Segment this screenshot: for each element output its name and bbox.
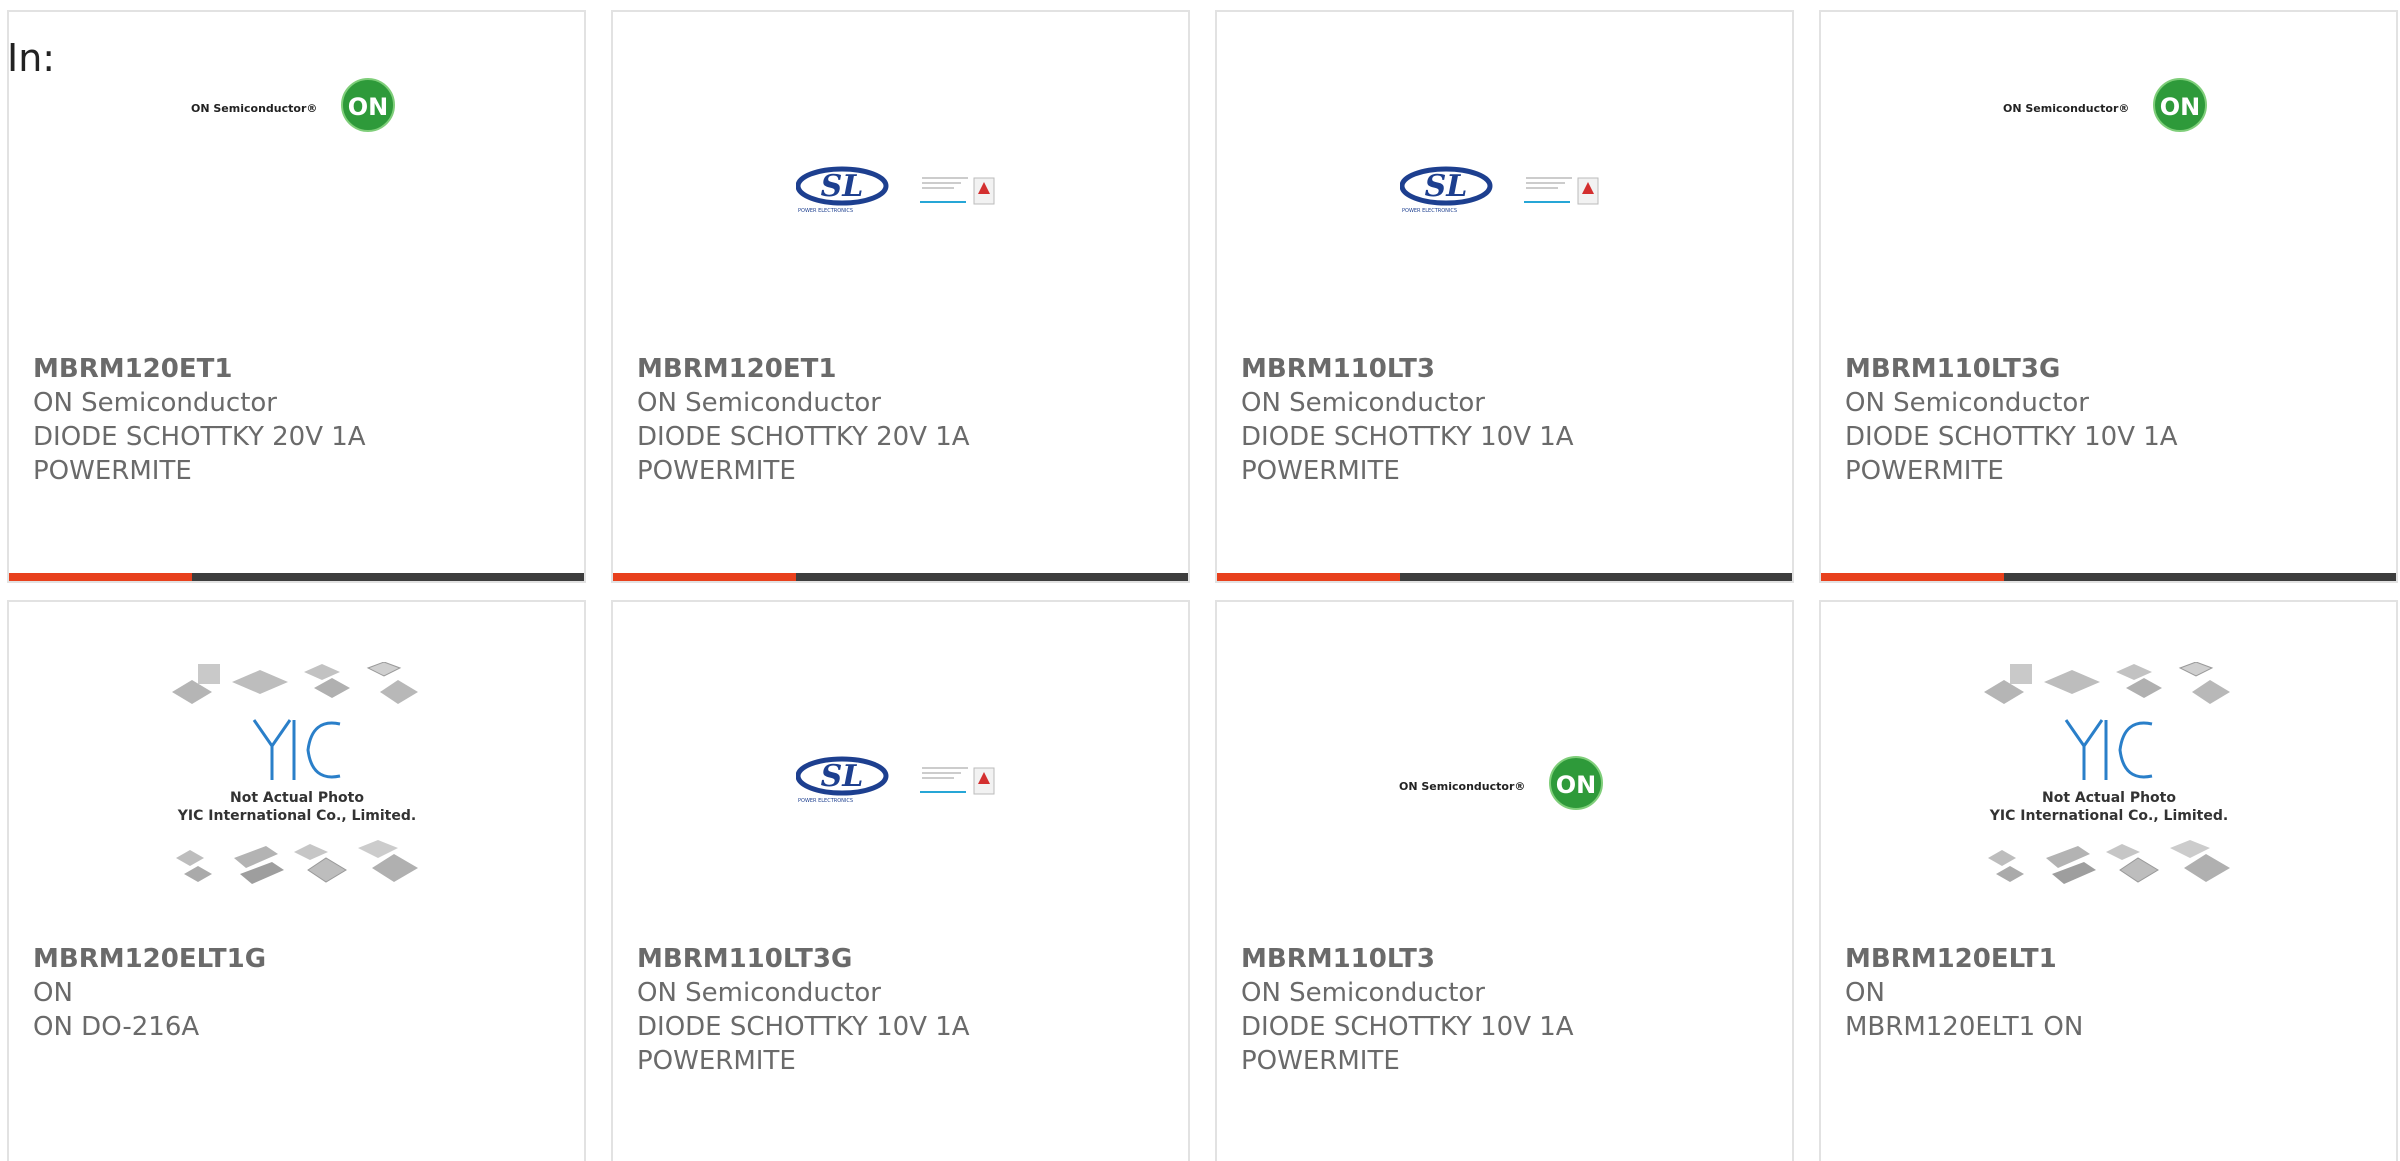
description: DIODE SCHOTTKY 10V 1A	[637, 1012, 970, 1042]
part-number[interactable]: MBRM110LT3G	[1845, 352, 2380, 386]
manufacturer-logo: SL POWER ELECTRONICS	[613, 72, 1188, 312]
logo-subtext: POWER ELECTRONICS	[798, 208, 853, 214]
logo-badge: ON	[347, 93, 388, 121]
manufacturer: ON Semiconductor	[637, 978, 881, 1008]
logo-subtext: POWER ELECTRONICS	[798, 798, 853, 804]
manufacturer: ON	[33, 978, 73, 1008]
manufacturer: ON Semiconductor	[1845, 388, 2089, 418]
placeholder-line2: YIC International Co., Limited.	[1988, 808, 2227, 824]
description: DIODE SCHOTTKY 10V 1A	[1241, 1012, 1574, 1042]
logo-text: SL	[820, 169, 863, 204]
logo-badge: ON	[1555, 771, 1596, 799]
package: POWERMITE	[637, 1046, 796, 1076]
product-listing-page: In: ON Semiconductor® ON MBRM120ET1 ON S…	[0, 0, 2400, 1161]
card-accent-bar	[1821, 573, 2396, 581]
part-number[interactable]: MBRM120ET1	[33, 352, 568, 386]
description: ON DO-216A	[33, 1012, 200, 1042]
product-card[interactable]: ON Semiconductor® ON MBRM110LT3 ON Semic…	[1215, 600, 1794, 1161]
placeholder-line1: Not Actual Photo	[230, 790, 364, 806]
manufacturer: ON Semiconductor	[637, 388, 881, 418]
package: POWERMITE	[33, 456, 192, 486]
manufacturer: ON Semiconductor	[1241, 388, 1485, 418]
logo-text: ON Semiconductor®	[1399, 780, 1525, 793]
description: DIODE SCHOTTKY 10V 1A	[1241, 422, 1574, 452]
product-card[interactable]: SL POWER ELECTRONICS MBRM120ET1 ON Semic…	[611, 10, 1190, 583]
package: POWERMITE	[1241, 1046, 1400, 1076]
description: DIODE SCHOTTKY 20V 1A	[33, 422, 366, 452]
product-card[interactable]: SL POWER ELECTRONICS MBRM110LT3G ON Semi…	[611, 600, 1190, 1161]
part-number[interactable]: MBRM110LT3	[1241, 942, 1776, 976]
manufacturer-logo: ON Semiconductor® ON	[9, 72, 584, 312]
manufacturer: ON Semiconductor	[33, 388, 277, 418]
part-number[interactable]: MBRM120ELT1	[1845, 942, 2380, 976]
logo-text: SL	[1424, 169, 1467, 204]
package: POWERMITE	[1241, 456, 1400, 486]
placeholder-line2: YIC International Co., Limited.	[176, 808, 415, 824]
package: POWERMITE	[1845, 456, 2004, 486]
description: DIODE SCHOTTKY 10V 1A	[1845, 422, 2178, 452]
manufacturer-logo: Not Actual Photo YIC International Co., …	[1821, 662, 2396, 902]
card-accent-bar	[9, 573, 584, 581]
product-info: MBRM120ELT1G ON ON DO-216A	[33, 942, 568, 1044]
manufacturer-logo: ON Semiconductor® ON	[1217, 662, 1792, 902]
product-card[interactable]: SL POWER ELECTRONICS MBRM110LT3 ON Semic…	[1215, 10, 1794, 583]
part-number[interactable]: MBRM110LT3G	[637, 942, 1172, 976]
product-info: MBRM110LT3G ON Semiconductor DIODE SCHOT…	[1845, 352, 2380, 488]
part-number[interactable]: MBRM110LT3	[1241, 352, 1776, 386]
logo-text: ON Semiconductor®	[191, 102, 317, 115]
product-card[interactable]: Not Actual Photo YIC International Co., …	[7, 600, 586, 1161]
product-info: MBRM120ELT1 ON MBRM120ELT1 ON	[1845, 942, 2380, 1044]
product-card[interactable]: ON Semiconductor® ON MBRM110LT3G ON Semi…	[1819, 10, 2398, 583]
part-number[interactable]: MBRM120ET1	[637, 352, 1172, 386]
product-card[interactable]: ON Semiconductor® ON MBRM120ET1 ON Semic…	[7, 10, 586, 583]
product-grid: ON Semiconductor® ON MBRM120ET1 ON Semic…	[7, 10, 2398, 1161]
logo-subtext: POWER ELECTRONICS	[1402, 208, 1457, 214]
manufacturer: ON Semiconductor	[1241, 978, 1485, 1008]
part-number[interactable]: MBRM120ELT1G	[33, 942, 568, 976]
manufacturer: ON	[1845, 978, 1885, 1008]
product-info: MBRM110LT3 ON Semiconductor DIODE SCHOTT…	[1241, 942, 1776, 1078]
manufacturer-logo: ON Semiconductor® ON	[1821, 72, 2396, 312]
product-info: MBRM120ET1 ON Semiconductor DIODE SCHOTT…	[33, 352, 568, 488]
logo-badge: ON	[2159, 93, 2200, 121]
logo-text: ON Semiconductor®	[2003, 102, 2129, 115]
product-info: MBRM110LT3 ON Semiconductor DIODE SCHOTT…	[1241, 352, 1776, 488]
description: MBRM120ELT1 ON	[1845, 1012, 2084, 1042]
filter-label: In:	[7, 36, 56, 80]
placeholder-line1: Not Actual Photo	[2042, 790, 2176, 806]
product-info: MBRM110LT3G ON Semiconductor DIODE SCHOT…	[637, 942, 1172, 1078]
manufacturer-logo: SL POWER ELECTRONICS	[613, 662, 1188, 902]
logo-text: SL	[820, 759, 863, 794]
card-accent-bar	[613, 573, 1188, 581]
manufacturer-logo: SL POWER ELECTRONICS	[1217, 72, 1792, 312]
product-card[interactable]: Not Actual Photo YIC International Co., …	[1819, 600, 2398, 1161]
manufacturer-logo: Not Actual Photo YIC International Co., …	[9, 662, 584, 902]
product-info: MBRM120ET1 ON Semiconductor DIODE SCHOTT…	[637, 352, 1172, 488]
card-accent-bar	[1217, 573, 1792, 581]
package: POWERMITE	[637, 456, 796, 486]
description: DIODE SCHOTTKY 20V 1A	[637, 422, 970, 452]
